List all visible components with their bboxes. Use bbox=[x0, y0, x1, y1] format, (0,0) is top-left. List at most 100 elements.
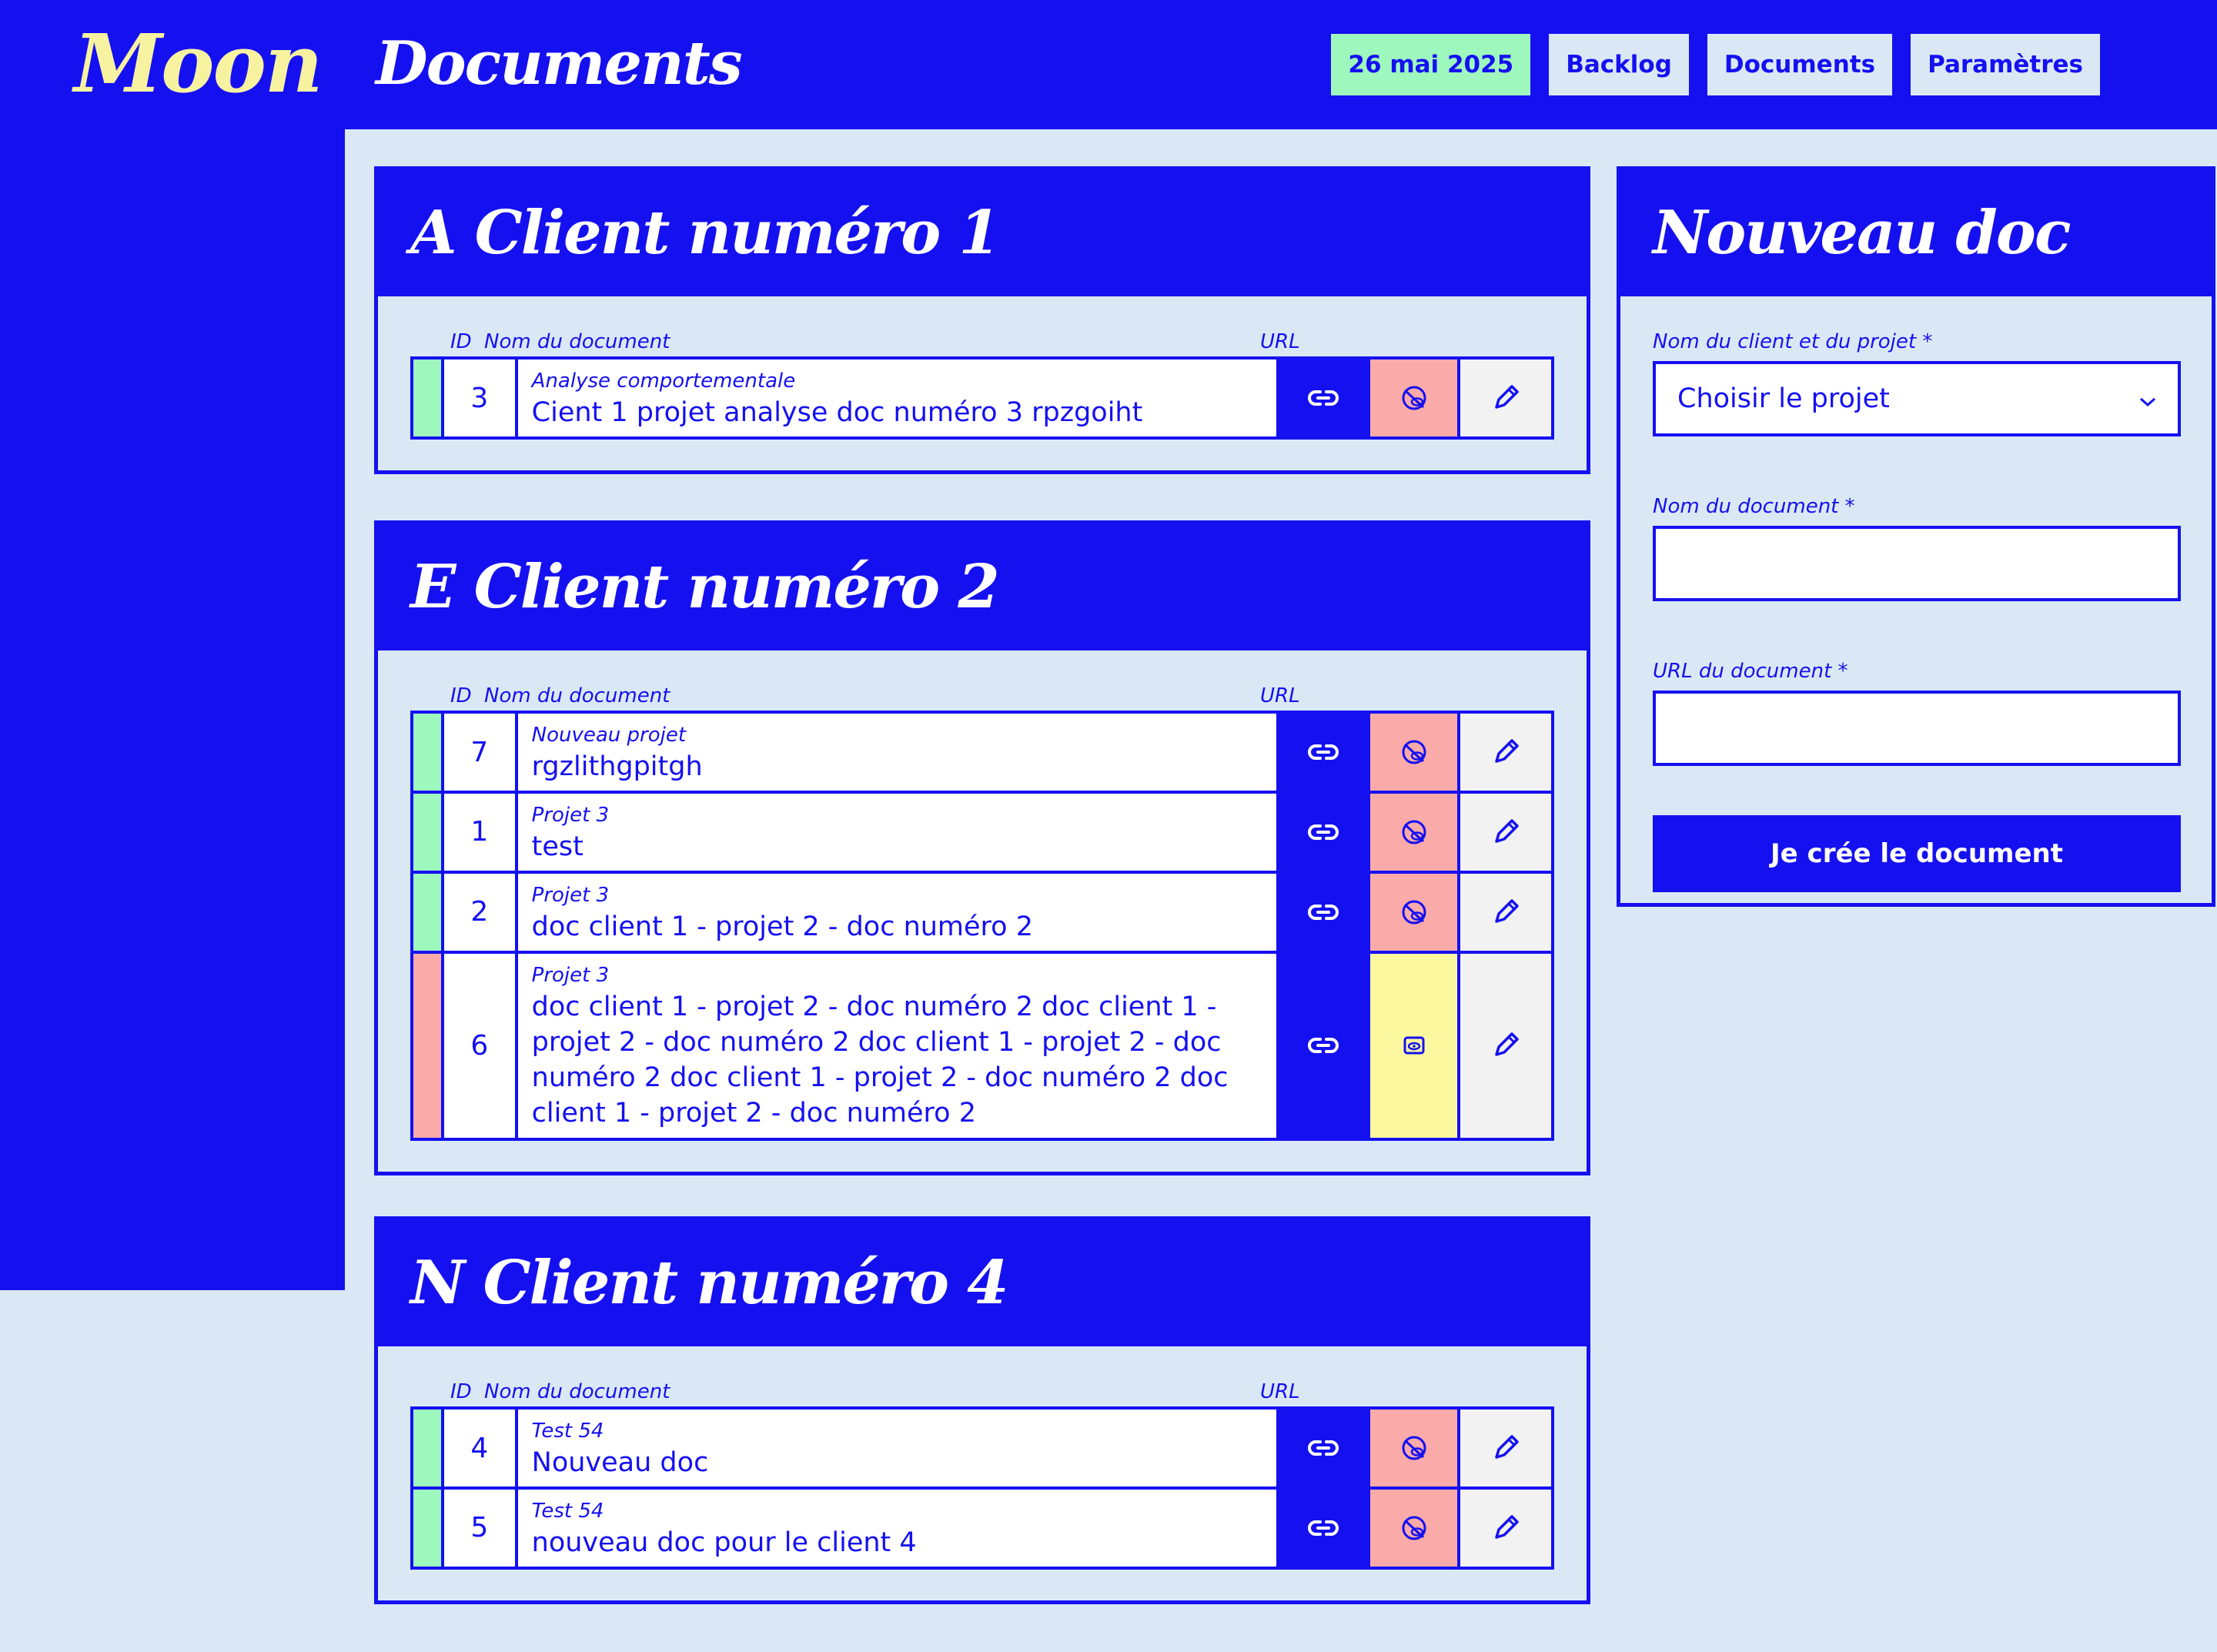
status-indicator bbox=[413, 873, 444, 951]
column-header-id: ID bbox=[450, 684, 472, 707]
open-url-button[interactable] bbox=[1276, 873, 1370, 951]
client-heading: A Client numéro 1 bbox=[410, 198, 1001, 268]
client-panel: E Client numéro 2 ID Nom du document URL 7 No… bbox=[374, 520, 1590, 1175]
chevron-down-icon bbox=[2139, 383, 2156, 414]
edit-button[interactable] bbox=[1460, 794, 1552, 871]
pencil-icon bbox=[1490, 817, 1521, 848]
visibility-toggle[interactable] bbox=[1369, 794, 1461, 871]
visibility-toggle[interactable] bbox=[1369, 873, 1461, 951]
doc-title: nouveau doc pour le client 4 bbox=[531, 1527, 917, 1558]
pencil-icon bbox=[1490, 1030, 1521, 1061]
edit-button[interactable] bbox=[1460, 953, 1552, 1138]
open-url-button[interactable] bbox=[1276, 953, 1370, 1138]
doc-project: Test 54 bbox=[531, 1420, 604, 1443]
link-icon bbox=[1306, 1437, 1340, 1459]
column-header-url: URL bbox=[1260, 684, 1300, 707]
link-icon bbox=[1306, 901, 1340, 923]
create-doc-button[interactable]: Je crée le document bbox=[1653, 815, 2181, 892]
eye-icon bbox=[1401, 1032, 1427, 1058]
doc-name-input[interactable] bbox=[1653, 526, 2181, 601]
doc-title: doc client 1 - projet 2 - doc numéro 2 bbox=[531, 911, 1033, 942]
client-panel-header: N Client numéro 4 bbox=[378, 1220, 1587, 1346]
open-url-button[interactable] bbox=[1276, 714, 1370, 791]
status-indicator bbox=[413, 359, 444, 436]
doc-id: 5 bbox=[443, 1490, 518, 1567]
table-row: 2 Projet 3 doc client 1 - projet 2 - doc n… bbox=[413, 870, 1552, 951]
open-url-button[interactable] bbox=[1276, 359, 1370, 436]
pencil-icon bbox=[1490, 1513, 1521, 1543]
column-header-name: Nom du document bbox=[484, 330, 670, 353]
app-logo[interactable]: Moon bbox=[74, 19, 323, 108]
doc-table-header: ID Nom du document URL bbox=[410, 650, 1554, 711]
doc-title: rgzlithgpitgh bbox=[531, 751, 703, 782]
visibility-toggle[interactable] bbox=[1369, 359, 1461, 436]
doc-id: 2 bbox=[443, 873, 518, 951]
doc-name-cell: Nouveau projet rgzlithgpitgh bbox=[517, 714, 1276, 791]
status-indicator bbox=[413, 1490, 444, 1567]
edit-button[interactable] bbox=[1460, 359, 1552, 436]
doc-url-input[interactable] bbox=[1653, 691, 2181, 766]
column-header-name: Nom du document bbox=[484, 1380, 670, 1403]
project-label: Nom du client et du projet * bbox=[1653, 330, 1933, 353]
edit-button[interactable] bbox=[1460, 1410, 1552, 1486]
new-doc-panel: Nouveau doc Nom du client et du projet *… bbox=[1617, 166, 2215, 907]
doc-id: 1 bbox=[443, 794, 518, 871]
table-row: 4 Test 54 Nouveau doc bbox=[413, 1410, 1552, 1486]
new-doc-heading: Nouveau doc bbox=[1653, 198, 2071, 268]
status-indicator bbox=[413, 1410, 444, 1486]
doc-name-cell: Projet 3 doc client 1 - projet 2 - doc nu… bbox=[517, 953, 1276, 1138]
project-select-value: Choisir le projet bbox=[1677, 383, 1890, 414]
doc-name-cell: Projet 3 test bbox=[517, 794, 1276, 871]
edit-button[interactable] bbox=[1460, 873, 1552, 951]
edit-button[interactable] bbox=[1460, 1490, 1552, 1567]
eye-off-icon bbox=[1399, 897, 1430, 928]
client-panel-header: A Client numéro 1 bbox=[378, 170, 1587, 296]
doc-title: Cient 1 projet analyse doc numéro 3 rpzg… bbox=[531, 396, 1143, 428]
doc-project: Test 54 bbox=[531, 1500, 604, 1523]
nav-backlog[interactable]: Backlog bbox=[1549, 34, 1689, 95]
sidebar bbox=[0, 129, 345, 1290]
client-heading: N Client numéro 4 bbox=[410, 1248, 1008, 1318]
client-panel: A Client numéro 1 ID Nom du document URL 3 An… bbox=[374, 166, 1590, 474]
doc-id: 3 bbox=[443, 359, 518, 436]
doc-name-cell: Analyse comportementale Cient 1 projet an… bbox=[517, 359, 1276, 436]
status-indicator bbox=[413, 794, 444, 871]
visibility-toggle[interactable] bbox=[1369, 953, 1461, 1138]
new-doc-panel-header: Nouveau doc bbox=[1620, 170, 2212, 296]
doc-project: Analyse comportementale bbox=[531, 370, 796, 393]
visibility-toggle[interactable] bbox=[1369, 1490, 1461, 1567]
column-header-name: Nom du document bbox=[484, 684, 670, 707]
link-icon bbox=[1306, 821, 1340, 843]
client-heading: E Client numéro 2 bbox=[410, 552, 1000, 622]
doc-name-label: Nom du document * bbox=[1653, 495, 1855, 518]
edit-button[interactable] bbox=[1460, 714, 1552, 791]
client-panel-header: E Client numéro 2 bbox=[378, 524, 1587, 650]
visibility-toggle[interactable] bbox=[1369, 1410, 1461, 1486]
open-url-button[interactable] bbox=[1276, 794, 1370, 871]
visibility-toggle[interactable] bbox=[1369, 714, 1461, 791]
column-header-url: URL bbox=[1260, 330, 1300, 353]
top-nav: 26 mai 2025 Backlog Documents Paramètres bbox=[1331, 34, 2100, 95]
eye-off-icon bbox=[1399, 383, 1430, 413]
doc-title: Nouveau doc bbox=[531, 1446, 709, 1478]
pencil-icon bbox=[1490, 1433, 1521, 1463]
doc-title: doc client 1 - projet 2 - doc numéro 2 d… bbox=[531, 991, 1229, 1129]
link-icon bbox=[1306, 1035, 1340, 1056]
nav-documents[interactable]: Documents bbox=[1707, 34, 1893, 95]
table-row: 7 Nouveau projet rgzlithgpitgh bbox=[413, 714, 1552, 791]
status-indicator bbox=[413, 953, 444, 1138]
table-row: 3 Analyse comportementale Cient 1 projet a… bbox=[413, 359, 1552, 436]
table-row: 1 Projet 3 test bbox=[413, 791, 1552, 871]
doc-table: 7 Nouveau projet rgzlithgpitgh 1 Projet 3 tes… bbox=[410, 711, 1554, 1141]
doc-project: Nouveau projet bbox=[531, 724, 687, 747]
pencil-icon bbox=[1490, 383, 1521, 413]
nav-parametres[interactable]: Paramètres bbox=[1911, 34, 2100, 95]
pencil-icon bbox=[1490, 737, 1521, 767]
open-url-button[interactable] bbox=[1276, 1410, 1370, 1486]
date-button[interactable]: 26 mai 2025 bbox=[1331, 34, 1531, 95]
status-indicator bbox=[413, 714, 444, 791]
project-select[interactable]: Choisir le projet bbox=[1653, 361, 2181, 436]
link-icon bbox=[1306, 1517, 1340, 1539]
open-url-button[interactable] bbox=[1276, 1490, 1370, 1567]
doc-id: 6 bbox=[443, 953, 518, 1138]
